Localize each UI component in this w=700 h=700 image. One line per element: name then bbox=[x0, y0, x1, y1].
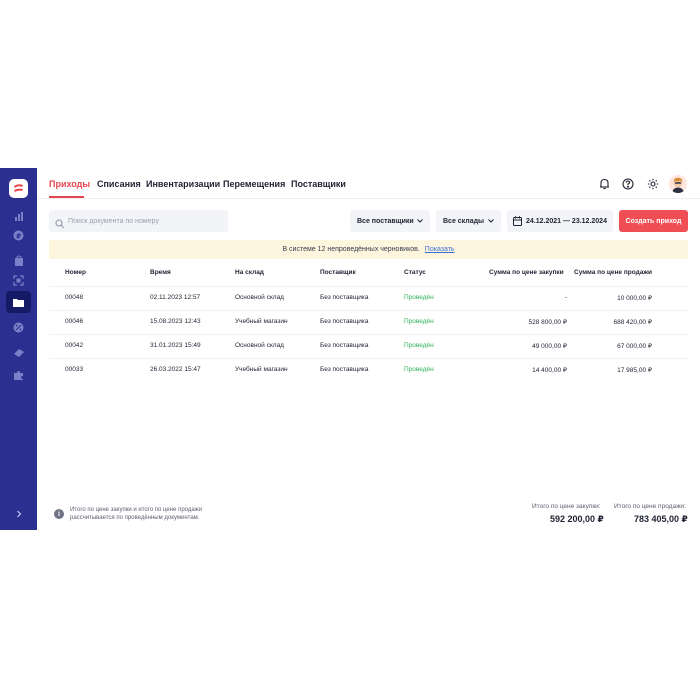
chevron-right-icon[interactable] bbox=[9, 506, 28, 522]
cell-purchase-sum: 49 000,00 ₽ bbox=[532, 343, 567, 350]
supplier-filter[interactable]: Все поставщики bbox=[350, 210, 430, 232]
column-header-time[interactable]: Время bbox=[150, 269, 171, 276]
cell-time: 26.03.2022 15:47 bbox=[150, 366, 201, 373]
status-badge: Проведён bbox=[404, 366, 434, 373]
avatar[interactable] bbox=[669, 175, 687, 193]
cell-sale-sum: 688 420,00 ₽ bbox=[613, 319, 652, 326]
sale-total-label: Итого по цене продажи: bbox=[614, 503, 686, 510]
cell-number: 00046 bbox=[65, 318, 84, 325]
bell-icon[interactable] bbox=[597, 177, 611, 191]
help-icon[interactable] bbox=[621, 177, 635, 191]
svg-text:₽: ₽ bbox=[16, 232, 21, 240]
discount-icon[interactable] bbox=[9, 319, 28, 335]
cell-sale-sum: 10 000,00 ₽ bbox=[617, 295, 652, 302]
cell-sale-sum: 67 000,00 ₽ bbox=[617, 343, 652, 350]
column-header-supplier[interactable]: Поставщик bbox=[320, 269, 356, 276]
tab-suppliers[interactable]: Поставщики bbox=[291, 179, 346, 189]
cell-time: 02.11.2023 12:57 bbox=[150, 294, 201, 301]
bag-icon[interactable] bbox=[9, 252, 28, 268]
cell-warehouse: Основной склад bbox=[235, 342, 284, 349]
column-header-purchase-sum[interactable]: Сумма по цене закупки bbox=[489, 269, 564, 276]
tab-writeoffs[interactable]: Списания bbox=[97, 179, 141, 189]
cell-number: 00033 bbox=[65, 366, 84, 373]
tab-transfers[interactable]: Перемещения bbox=[223, 179, 285, 189]
search-icon bbox=[55, 216, 65, 234]
row-divider bbox=[49, 334, 688, 335]
top-navigation: Приходы Списания Инвентаризации Перемеще… bbox=[37, 168, 700, 199]
column-header-warehouse[interactable]: На склад bbox=[235, 269, 264, 276]
search-input[interactable] bbox=[68, 210, 223, 232]
cell-warehouse: Основной склад bbox=[235, 294, 284, 301]
status-badge: Проведён bbox=[404, 294, 434, 301]
scan-icon[interactable] bbox=[9, 272, 28, 288]
tab-inventory[interactable]: Инвентаризации bbox=[146, 179, 220, 189]
sidebar: ₽ bbox=[0, 168, 37, 530]
header-divider bbox=[49, 286, 688, 287]
purchase-total-label: Итого по цене закупки: bbox=[532, 503, 601, 510]
info-icon: i bbox=[54, 509, 64, 519]
ticket-icon[interactable] bbox=[9, 345, 28, 361]
cell-warehouse: Учебный магазин bbox=[235, 318, 288, 325]
app-logo[interactable] bbox=[9, 179, 28, 198]
status-badge: Проведён bbox=[404, 342, 434, 349]
tab-incoming[interactable]: Приходы bbox=[49, 179, 90, 189]
cell-number: 00042 bbox=[65, 342, 84, 349]
search-box bbox=[49, 210, 228, 232]
chart-icon[interactable] bbox=[9, 208, 28, 224]
cell-time: 15.08.2023 12:43 bbox=[150, 318, 201, 325]
cell-supplier: Без поставщика bbox=[320, 366, 369, 373]
chevron-down-icon bbox=[487, 217, 495, 227]
calendar-icon bbox=[513, 216, 522, 228]
status-badge: Проведён bbox=[404, 318, 434, 325]
show-drafts-link[interactable]: Показать bbox=[425, 246, 455, 253]
totals-note-line2: рассчитывается по проведённым документам… bbox=[70, 515, 200, 521]
puzzle-icon[interactable] bbox=[9, 367, 28, 383]
app-window: ₽ Приходы Списания Инвентаризации Переме bbox=[0, 168, 700, 530]
cell-purchase-sum: - bbox=[564, 294, 567, 301]
cell-supplier: Без поставщика bbox=[320, 342, 369, 349]
supplier-filter-label: Все поставщики bbox=[357, 217, 414, 225]
cell-purchase-sum: 528 800,00 ₽ bbox=[528, 319, 567, 326]
date-range-value: 24.12.2021 — 23.12.2024 bbox=[526, 217, 607, 225]
column-header-number[interactable]: Номер bbox=[65, 269, 86, 276]
cell-time: 31.01.2023 15:49 bbox=[150, 342, 201, 349]
cell-purchase-sum: 14 400,00 ₽ bbox=[532, 367, 567, 374]
folder-icon[interactable] bbox=[9, 294, 28, 310]
drafts-banner-text: В системе 12 непроведённых черновиков. bbox=[282, 246, 420, 253]
row-divider bbox=[49, 358, 688, 359]
date-range-picker[interactable]: 24.12.2021 — 23.12.2024 bbox=[507, 210, 613, 232]
cell-supplier: Без поставщика bbox=[320, 294, 369, 301]
cell-number: 00048 bbox=[65, 294, 84, 301]
warehouse-filter-label: Все склады bbox=[443, 217, 485, 225]
cell-supplier: Без поставщика bbox=[320, 318, 369, 325]
drafts-banner: В системе 12 непроведённых черновиков. П… bbox=[49, 240, 688, 259]
warehouse-filter[interactable]: Все склады bbox=[436, 210, 501, 232]
column-header-status[interactable]: Статус bbox=[404, 269, 426, 276]
cell-warehouse: Учебный магазин bbox=[235, 366, 288, 373]
totals-note-line1: Итого по цене закупки и итого по цене пр… bbox=[70, 507, 203, 513]
column-header-sale-sum[interactable]: Сумма по цене продажи bbox=[574, 269, 652, 276]
sale-total-value: 783 405,00 ₽ bbox=[634, 514, 688, 524]
totals-note: Итого по цене закупки и итого по цене пр… bbox=[70, 506, 202, 522]
row-divider bbox=[49, 310, 688, 311]
gear-icon[interactable] bbox=[646, 177, 660, 191]
chevron-down-icon bbox=[416, 217, 424, 227]
cell-sale-sum: 17 985,00 ₽ bbox=[617, 367, 652, 374]
active-tab-indicator bbox=[49, 196, 84, 198]
create-incoming-button[interactable]: Создать приход bbox=[619, 210, 688, 232]
purchase-total-value: 592 200,00 ₽ bbox=[550, 514, 604, 524]
ruble-icon[interactable]: ₽ bbox=[9, 227, 28, 243]
